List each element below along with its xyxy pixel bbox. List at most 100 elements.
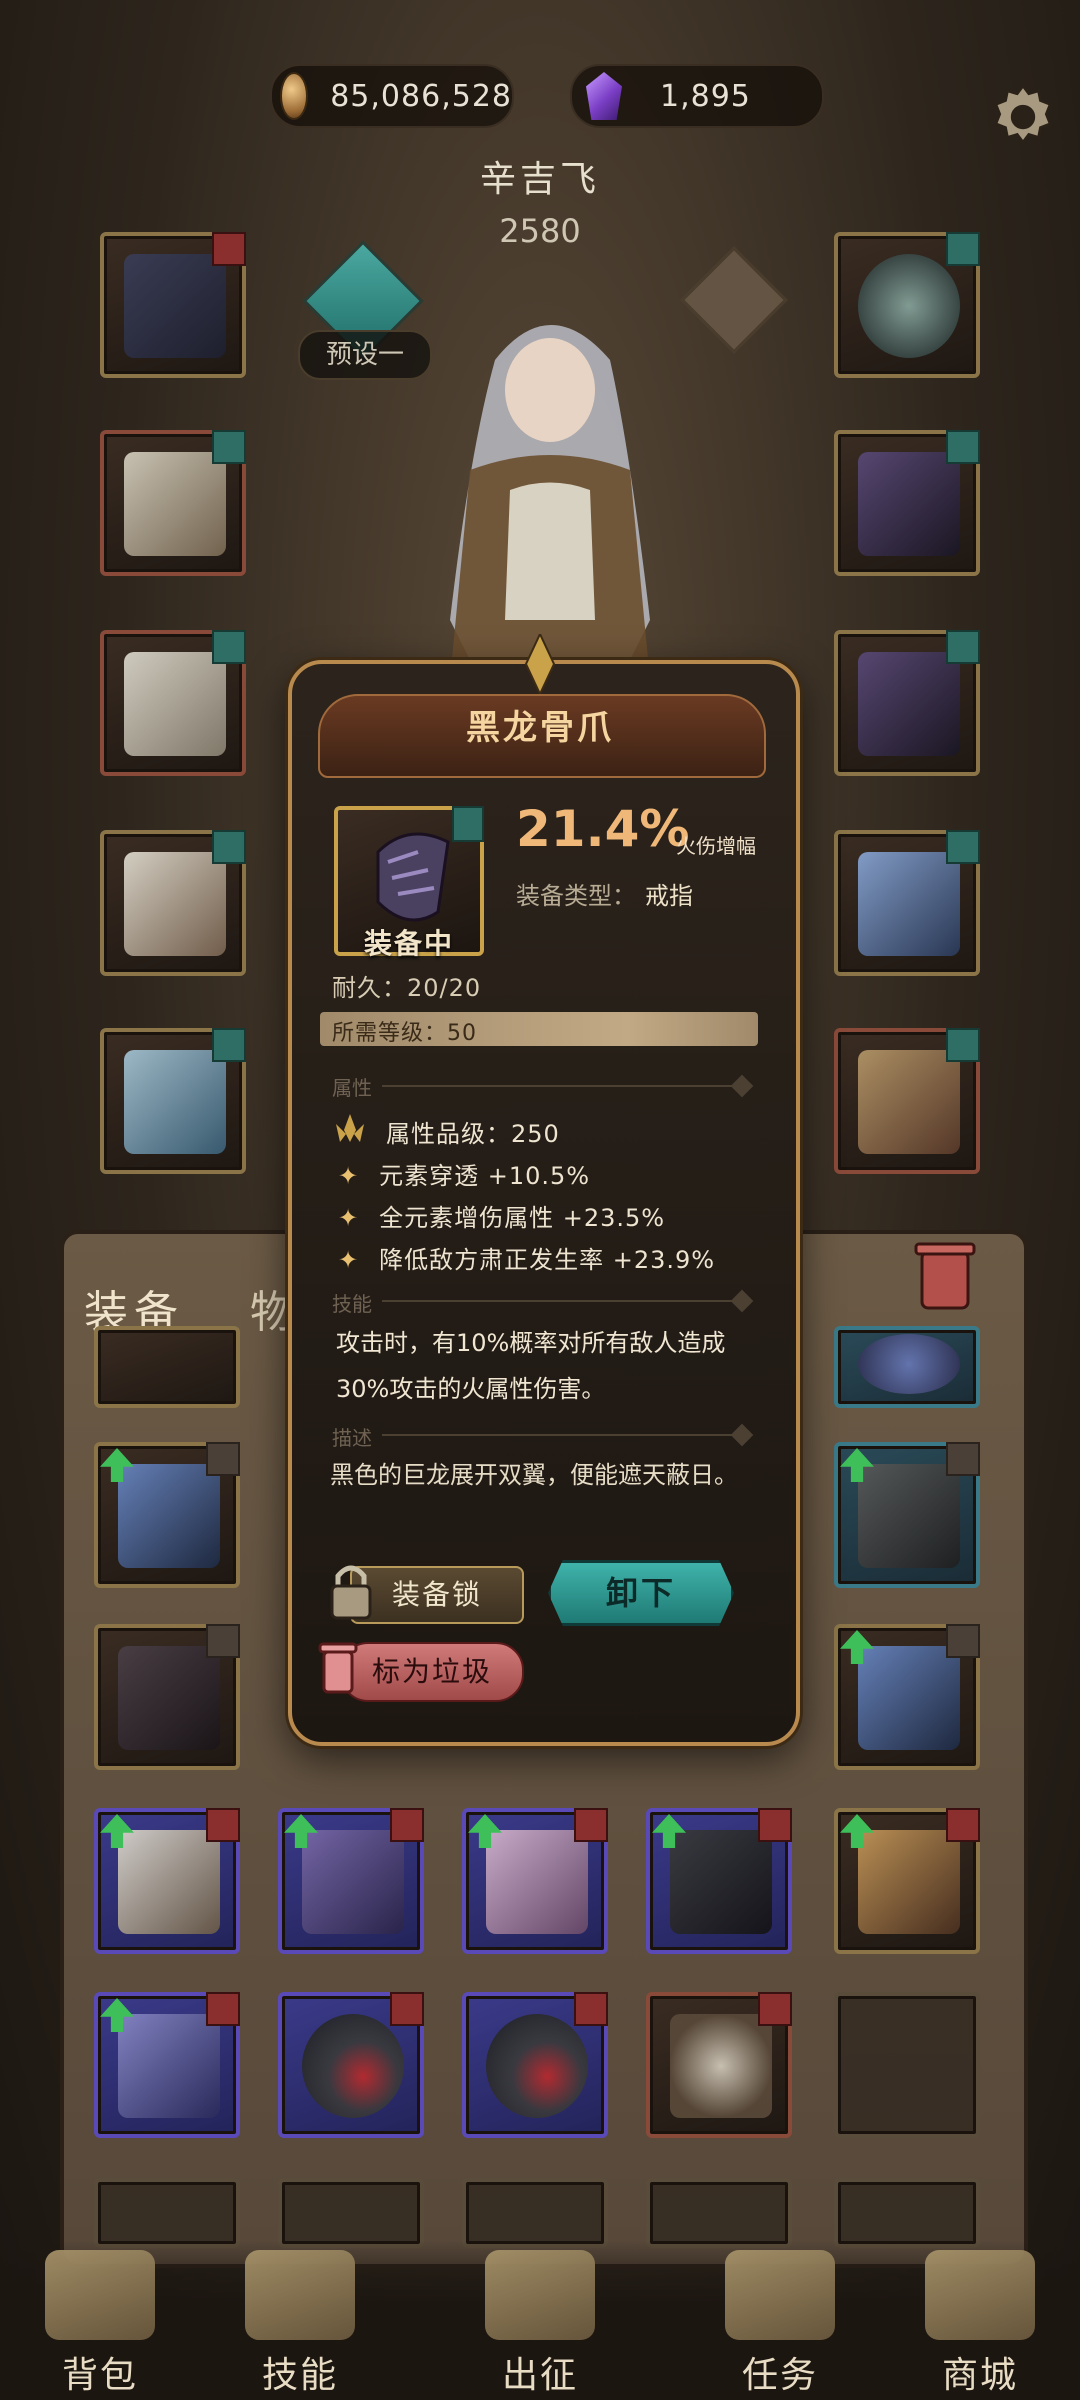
nav-expedition-label: 出征 [501, 2355, 578, 2396]
nav-skills[interactable]: 技能 [220, 2250, 380, 2398]
amulet-icon [858, 254, 960, 358]
coin-icon [280, 72, 309, 120]
trash-icon[interactable] [910, 1234, 980, 1314]
equipment-lock-button[interactable]: 装备锁 [350, 1566, 524, 1624]
hero-portrait [450, 325, 650, 680]
inventory-item[interactable] [834, 1624, 980, 1770]
gauntlet-icon [124, 652, 226, 756]
section-skill: 技能 [332, 1292, 372, 1316]
lock-icon [946, 1624, 980, 1658]
equip-slot-ring-1[interactable] [834, 430, 980, 576]
tier-badge [212, 830, 246, 864]
item-type-label: 装备类型： [516, 882, 636, 910]
tome-icon [118, 2014, 220, 2118]
nav-bag[interactable]: 背包 [20, 2250, 180, 2398]
crown-shop-icon [925, 2250, 1035, 2340]
ruby-ring-icon [302, 2014, 404, 2118]
junk-bin-icon [318, 1642, 358, 1694]
inventory-item[interactable] [646, 1808, 792, 1954]
tier-badge [206, 1992, 240, 2026]
backpack-icon [45, 2250, 155, 2340]
inventory-item[interactable] [94, 1624, 240, 1770]
unequip-button[interactable]: 卸下 [548, 1560, 734, 1626]
inventory-empty-slot[interactable] [278, 2178, 424, 2248]
vest-icon [118, 1830, 220, 1934]
tier-badge [212, 232, 246, 266]
inventory-item[interactable] [94, 1442, 240, 1588]
claw-ring-icon [858, 652, 960, 756]
tier-badge [390, 1992, 424, 2026]
durability: 耐久：20/20 [332, 974, 482, 1002]
item-type-value: 戒指 [645, 882, 693, 910]
inventory-item[interactable] [94, 1808, 240, 1954]
inventory-item[interactable] [462, 1808, 608, 1954]
scroll-bundle-icon [858, 1050, 960, 1154]
lock-icon [206, 1442, 240, 1476]
divider [382, 1434, 744, 1436]
mark-junk-button[interactable]: 标为垃圾 [340, 1642, 524, 1702]
nav-tasks[interactable]: 任务 [700, 2250, 860, 2398]
inventory-item[interactable] [278, 1992, 424, 2138]
inventory-empty-slot[interactable] [834, 1992, 980, 2138]
tier-badge [758, 1992, 792, 2026]
item-lore: 黑色的巨龙展开双翼，便能遮天蔽日。 [330, 1461, 738, 1489]
inventory-item[interactable] [94, 1992, 240, 2138]
boots-icon [670, 1830, 772, 1934]
boots-icon [858, 1464, 960, 1568]
inventory-empty-slot[interactable] [834, 2178, 980, 2248]
gear-icon[interactable] [984, 78, 1062, 156]
attribute-row: ✦ 全元素增伤属性 +23.5% [338, 1204, 666, 1232]
inventory-empty-slot[interactable] [94, 2178, 240, 2248]
inventory-item[interactable] [462, 1992, 608, 2138]
inventory-item[interactable] [278, 1808, 424, 1954]
item-name: 黑龙骨爪 [466, 708, 614, 748]
armor-icon [124, 452, 226, 556]
sword-map-icon [485, 2250, 595, 2340]
equip-slot-boots[interactable] [100, 1028, 246, 1174]
nav-shop[interactable]: 商城 [900, 2250, 1060, 2398]
hero-name: 辛吉飞 [479, 159, 600, 200]
skill-book-icon [245, 2250, 355, 2340]
spear-icon [118, 1464, 220, 1568]
tier-badge [452, 806, 484, 842]
robe-icon [486, 1830, 588, 1934]
gem-amount: 1,895 [660, 78, 751, 114]
equip-slot-accessory[interactable] [834, 1028, 980, 1174]
lotus-grade-icon [336, 1114, 364, 1142]
nav-expedition[interactable]: 出征 [460, 2250, 620, 2398]
equip-slot-offhand[interactable] [834, 830, 980, 976]
inventory-empty-slot[interactable] [462, 2178, 608, 2248]
tier-badge [946, 430, 980, 464]
gold-amount: 85,086,528 [330, 78, 512, 114]
chain-icon [118, 1646, 220, 1750]
equip-slot-weapon[interactable] [100, 232, 246, 378]
inventory-item[interactable] [834, 1326, 980, 1408]
equip-slot-armor[interactable] [100, 430, 246, 576]
lock-icon [946, 1442, 980, 1476]
nav-tasks-label: 任务 [741, 2355, 818, 2396]
spear-icon [858, 1646, 960, 1750]
main-stat-value: 21.4% [516, 800, 690, 858]
equip-slot-pants[interactable] [100, 830, 246, 976]
ornament-icon [524, 634, 556, 694]
ice-blade-icon [858, 852, 960, 956]
inventory-item[interactable] [94, 1326, 240, 1408]
divider [382, 1085, 744, 1087]
staff-icon [858, 1830, 960, 1934]
star-icon: ✦ [338, 1246, 360, 1274]
glove-icon [302, 1830, 404, 1934]
section-description: 描述 [332, 1426, 372, 1450]
attribute-grade: 属性品级：250 [386, 1120, 560, 1148]
tier-badge [946, 1808, 980, 1842]
inventory-item[interactable] [834, 1808, 980, 1954]
tier-badge [206, 1808, 240, 1842]
equip-slot-gloves[interactable] [100, 630, 246, 776]
inventory-item[interactable] [834, 1442, 980, 1588]
tier-badge [390, 1808, 424, 1842]
attribute-row: ✦ 降低敌方肃正发生率 +23.9% [338, 1246, 716, 1274]
inventory-item[interactable] [646, 1992, 792, 2138]
equip-slot-amulet[interactable] [834, 232, 980, 378]
equip-slot-ring-2[interactable] [834, 630, 980, 776]
inventory-empty-slot[interactable] [646, 2178, 792, 2248]
tier-badge [574, 1808, 608, 1842]
